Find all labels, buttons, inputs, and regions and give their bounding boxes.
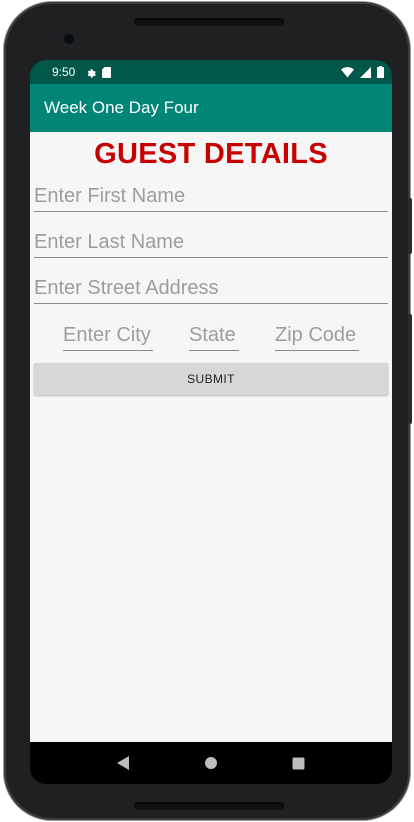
status-bar: 9:50 xyxy=(30,60,392,84)
settings-icon xyxy=(85,67,97,78)
city-state-zip-row xyxy=(34,310,388,351)
app-title: Week One Day Four xyxy=(44,98,199,117)
volume-button xyxy=(408,314,412,424)
device-screen: 9:50 Week One Day Four GUEST DETAILS Ent… xyxy=(30,60,392,784)
battery-icon xyxy=(377,66,384,78)
page-title: GUEST DETAILS xyxy=(94,138,328,170)
last-name-input[interactable] xyxy=(34,218,388,258)
sd-card-icon xyxy=(102,66,112,78)
status-time: 9:50 xyxy=(52,65,76,79)
power-button xyxy=(408,198,412,254)
wifi-icon xyxy=(341,66,354,78)
top-speaker xyxy=(134,18,284,26)
submit-button[interactable]: SUBMIT xyxy=(34,363,388,395)
front-camera xyxy=(62,32,76,46)
app-bar: Week One Day Four xyxy=(30,84,392,132)
state-input[interactable] xyxy=(189,310,239,351)
home-icon[interactable] xyxy=(191,743,231,783)
street-address-input[interactable] xyxy=(34,264,388,304)
bottom-speaker xyxy=(134,802,284,810)
recents-icon[interactable] xyxy=(278,743,318,783)
phone-frame: 9:50 Week One Day Four GUEST DETAILS Ent… xyxy=(4,2,412,820)
first-name-input[interactable] xyxy=(34,172,388,212)
city-input[interactable] xyxy=(63,310,153,351)
back-icon[interactable] xyxy=(104,743,144,783)
navigation-bar xyxy=(30,742,392,784)
guest-form: GUEST DETAILS SUBMIT xyxy=(30,132,392,742)
zip-code-input[interactable] xyxy=(275,310,359,351)
signal-icon xyxy=(360,66,371,78)
